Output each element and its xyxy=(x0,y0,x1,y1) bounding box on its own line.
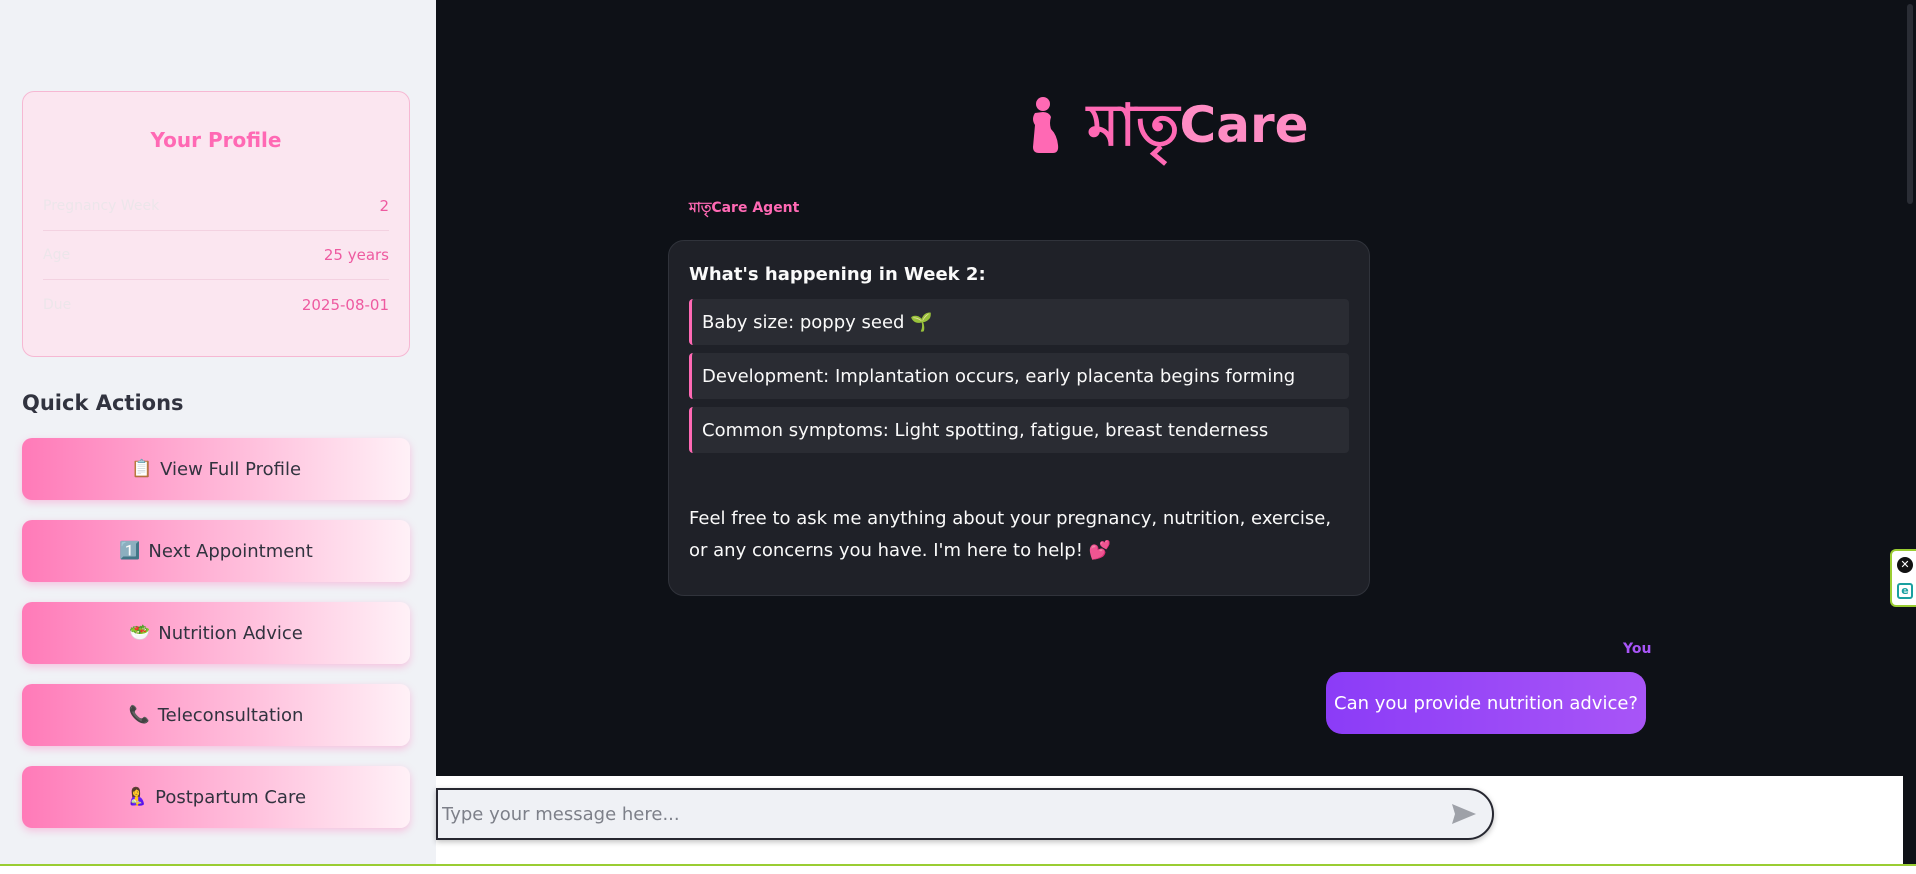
action-label: Next Appointment xyxy=(148,540,313,562)
clipboard-icon: 📋 xyxy=(130,459,153,479)
chat-input[interactable] xyxy=(438,790,1442,838)
send-icon xyxy=(1452,804,1476,824)
quick-actions-list: 📋 View Full Profile 1️⃣ Next Appointment… xyxy=(22,438,410,848)
phone-icon: 📞 xyxy=(128,705,150,725)
scrollbar-thumb[interactable] xyxy=(1907,4,1913,204)
app-title-english: Care xyxy=(1179,96,1309,154)
floating-widget: ✕ e xyxy=(1890,549,1916,607)
main-chat-area: মাতৃ Care মাতৃCare Agent What's happenin… xyxy=(436,0,1916,874)
chat-input-wrapper xyxy=(436,788,1494,840)
profile-label: Age xyxy=(43,247,71,263)
scrollbar[interactable] xyxy=(1902,0,1916,874)
app-header: মাতৃ Care xyxy=(1023,90,1309,160)
app-title-bengali: মাতৃ xyxy=(1087,91,1180,159)
profile-value: 2 xyxy=(379,197,389,215)
profile-row-age: Age 25 years xyxy=(43,231,389,280)
extension-icon[interactable]: e xyxy=(1897,583,1913,599)
user-label: You xyxy=(1623,641,1652,657)
profile-row-week: Pregnancy Week 2 xyxy=(43,182,389,231)
profile-row-due: Due 2025-08-01 xyxy=(43,280,389,329)
info-development: Development: Implantation occurs, early … xyxy=(689,353,1349,399)
next-appointment-button[interactable]: 1️⃣ Next Appointment xyxy=(22,520,410,582)
action-label: Nutrition Advice xyxy=(158,622,303,644)
profile-value: 25 years xyxy=(323,246,389,264)
calendar-icon: 1️⃣ xyxy=(119,541,141,561)
agent-closing-text: Feel free to ask me anything about your … xyxy=(689,508,1332,561)
profile-rows: Pregnancy Week 2 Age 25 years Due 2025-0… xyxy=(43,182,389,329)
action-label: Teleconsultation xyxy=(157,704,304,726)
postpartum-care-button[interactable]: 🤱 Postpartum Care xyxy=(22,766,410,828)
action-label: Postpartum Care xyxy=(155,786,307,808)
profile-title: Your Profile xyxy=(150,128,282,152)
send-button[interactable] xyxy=(1442,792,1486,836)
quick-actions-title: Quick Actions xyxy=(22,391,184,415)
sidebar: Your Profile Pregnancy Week 2 Age 25 yea… xyxy=(0,0,436,874)
salad-icon: 🥗 xyxy=(129,623,151,643)
chat-input-bar xyxy=(436,776,1903,864)
profile-card: Your Profile Pregnancy Week 2 Age 25 yea… xyxy=(22,91,410,357)
close-icon[interactable]: ✕ xyxy=(1897,557,1913,573)
mother-baby-icon: 🤱 xyxy=(125,787,148,807)
bottom-border xyxy=(0,864,1916,874)
profile-label: Pregnancy Week xyxy=(43,198,160,214)
agent-message-bubble: What's happening in Week 2: Baby size: p… xyxy=(668,240,1370,596)
nutrition-advice-button[interactable]: 🥗 Nutrition Advice xyxy=(22,602,410,664)
profile-value: 2025-08-01 xyxy=(301,295,389,314)
user-message-bubble: Can you provide nutrition advice? xyxy=(1326,672,1646,734)
info-symptoms: Common symptoms: Light spotting, fatigue… xyxy=(689,407,1349,453)
view-full-profile-button[interactable]: 📋 View Full Profile xyxy=(22,438,410,500)
profile-label: Due xyxy=(43,296,72,313)
info-baby-size: Baby size: poppy seed 🌱 xyxy=(689,299,1349,345)
week-title: What's happening in Week 2: xyxy=(689,264,986,285)
pregnant-woman-icon xyxy=(1033,97,1059,153)
agent-label: মাতৃCare Agent xyxy=(689,200,800,216)
action-label: View Full Profile xyxy=(160,458,302,480)
teleconsultation-button[interactable]: 📞 Teleconsultation xyxy=(22,684,410,746)
